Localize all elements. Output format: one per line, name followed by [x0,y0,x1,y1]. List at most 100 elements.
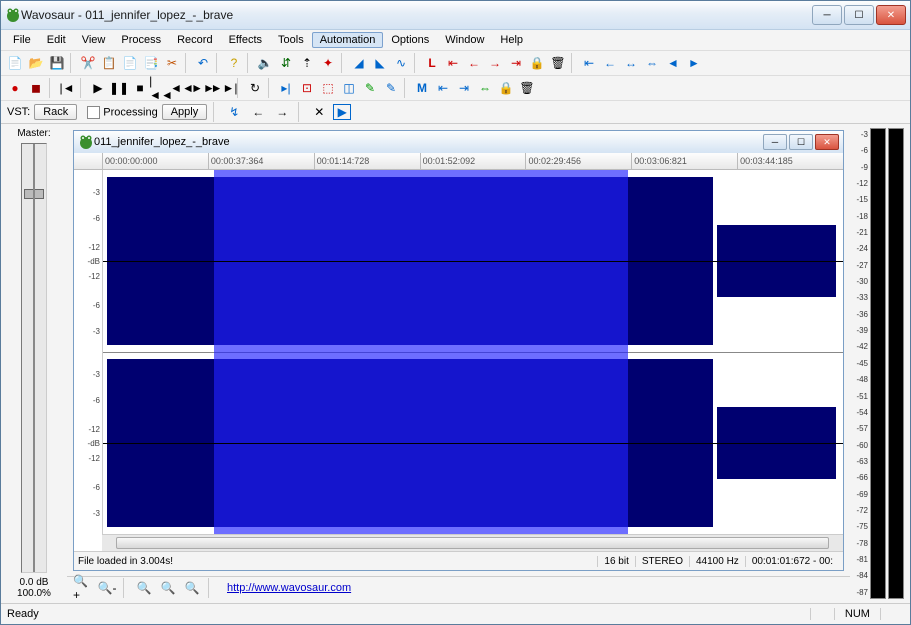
m-delete-icon[interactable]: 🗑 [517,78,537,98]
play-icon[interactable]: ▶ [88,78,108,98]
tool-4-icon[interactable]: ✎ [360,78,380,98]
menu-process[interactable]: Process [113,32,169,48]
m-lock-icon[interactable]: 🔒 [496,78,516,98]
play-box-icon[interactable]: ▶ [333,104,351,120]
m-right-icon[interactable]: ⇥ [454,78,474,98]
time-ruler[interactable]: 00:00:00:000 00:00:37:364 00:01:14:728 0… [74,153,843,170]
open-icon[interactable]: 📂 [26,53,46,73]
master-slider[interactable] [21,143,47,573]
nav-both-icon[interactable]: ⇔ [642,53,662,73]
normalize-icon[interactable]: ⇡ [297,53,317,73]
apply-button[interactable]: Apply [162,104,208,120]
tool-1-icon[interactable]: ⊡ [297,78,317,98]
marker-right-icon[interactable]: ⇥ [506,53,526,73]
help-icon[interactable]: ? [224,53,244,73]
record-stop-icon[interactable]: ◼ [26,78,46,98]
tool-2-icon[interactable]: ⬚ [318,78,338,98]
time-tick: 00:03:44:185 [737,153,843,169]
sel-play-icon[interactable]: ▸| [276,78,296,98]
menu-automation[interactable]: Automation [312,32,384,48]
record-icon[interactable]: ● [5,78,25,98]
fx-icon[interactable]: ✦ [318,53,338,73]
nav-center-icon[interactable]: ↔ [621,53,641,73]
status-pos: 00:01:01:672 - 00: [745,556,839,567]
menu-view[interactable]: View [74,32,114,48]
child-close-button[interactable]: ✕ [815,134,839,150]
tool-3-icon[interactable]: ◫ [339,78,359,98]
zoom-fit-icon[interactable]: 🔍 [158,579,178,597]
m-left-icon[interactable]: ⇤ [433,78,453,98]
menu-window[interactable]: Window [437,32,492,48]
maximize-button[interactable]: ☐ [844,5,874,25]
crop-icon[interactable]: ✂ [162,53,182,73]
processing-checkbox[interactable] [87,106,100,119]
menu-file[interactable]: File [5,32,39,48]
pause-icon[interactable]: ❚❚ [109,78,129,98]
minimize-button[interactable]: ─ [812,5,842,25]
zoom-sel-icon[interactable]: 🔍 [134,579,154,597]
menu-tools[interactable]: Tools [270,32,312,48]
scroll-thumb[interactable] [116,537,829,549]
menu-help[interactable]: Help [492,32,531,48]
menu-effects[interactable]: Effects [221,32,270,48]
marker-lock-icon[interactable]: 🔒 [527,53,547,73]
m-both-icon[interactable]: ⇔ [475,78,495,98]
fade-in-icon[interactable]: ◢ [349,53,369,73]
copy-icon[interactable]: 📋 [99,53,119,73]
master-thumb[interactable] [24,189,44,199]
rewind-start-icon[interactable]: |◄◄ [151,78,171,98]
ffwd-end-icon[interactable]: ►►| [214,78,234,98]
paste2-icon[interactable]: 📑 [141,53,161,73]
zoom-all-icon[interactable]: 🔍 [182,579,202,597]
child-titlebar[interactable]: 011_jennifer_lopez_-_brave ─ ☐ ✕ [74,131,843,153]
tool-5-icon[interactable]: ✎ [381,78,401,98]
app-icon [5,7,21,23]
paste-icon[interactable]: 📄 [120,53,140,73]
menu-edit[interactable]: Edit [39,32,74,48]
undo-icon[interactable]: ↶ [193,53,213,73]
menu-options[interactable]: Options [383,32,437,48]
waveform-canvas[interactable] [103,170,843,534]
nav-first-icon[interactable]: ⇤ [579,53,599,73]
menu-record[interactable]: Record [169,32,220,48]
invert-icon[interactable]: ⇵ [276,53,296,73]
nav-back-icon[interactable]: ◄ [663,53,683,73]
processing-label: Processing [103,106,157,118]
new-icon[interactable]: 📄 [5,53,25,73]
titlebar[interactable]: Wavosaur - 011_jennifer_lopez_-_brave ─ … [1,1,910,30]
speaker-icon[interactable]: 🔈 [255,53,275,73]
marker-delete-icon[interactable]: 🗑 [548,53,568,73]
path-icon[interactable]: ↯ [224,102,244,122]
zoom-in-icon[interactable]: 🔍+ [73,579,93,597]
nav-fwd-icon[interactable]: ► [684,53,704,73]
status-ready: Ready [7,608,810,620]
zoom-out-icon[interactable]: 🔍- [97,579,117,597]
stop-icon[interactable]: ■ [130,78,150,98]
nav-prev-icon[interactable]: ← [600,53,620,73]
h-scrollbar[interactable] [102,534,843,551]
back-icon[interactable]: ← [248,102,268,122]
meter-right [888,128,904,599]
rack-button[interactable]: Rack [34,104,77,120]
fade-out-icon[interactable]: ◣ [370,53,390,73]
wave-icon[interactable]: ∿ [391,53,411,73]
close-button[interactable]: ✕ [876,5,906,25]
main-window: Wavosaur - 011_jennifer_lopez_-_brave ─ … [0,0,911,625]
rewind-icon[interactable]: ◄◄ [172,78,192,98]
marker-left-icon[interactable]: ⇤ [443,53,463,73]
cut-icon[interactable]: ✂️ [78,53,98,73]
m-icon[interactable]: M [412,78,432,98]
fwd-icon[interactable]: → [272,102,292,122]
status-num: NUM [834,608,880,620]
save-icon[interactable]: 💾 [47,53,67,73]
x-icon[interactable]: ✕ [309,102,329,122]
db-scale: -3-6-12 -dB-12-6-3 -3-6-12 -dB-12-6-3 [74,170,103,534]
marker-next-icon[interactable]: → [485,53,505,73]
marker-l-icon[interactable]: L [422,53,442,73]
child-maximize-button[interactable]: ☐ [789,134,813,150]
marker-prev-icon[interactable]: ← [464,53,484,73]
child-minimize-button[interactable]: ─ [763,134,787,150]
homepage-link[interactable]: http://www.wavosaur.com [227,582,351,594]
skip-start-icon[interactable]: |◄ [57,78,77,98]
loop-icon[interactable]: ↻ [245,78,265,98]
